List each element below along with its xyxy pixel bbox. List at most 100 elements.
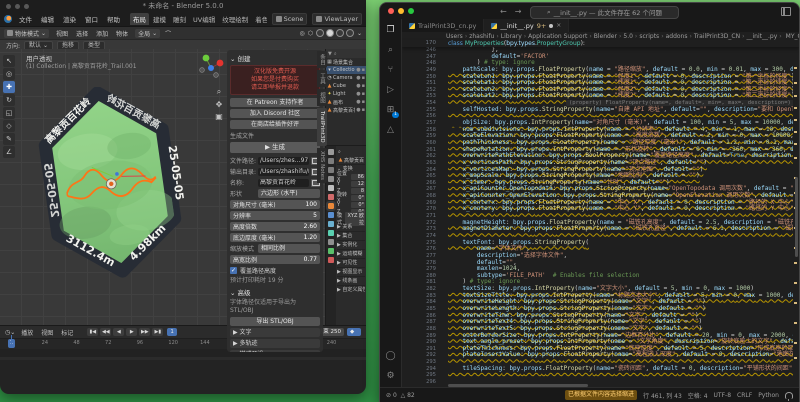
indent-warning-badge[interactable]: 已根据文件内容选择缩进	[565, 390, 637, 400]
sidebar-tab-条目[interactable]: 条目	[317, 51, 327, 68]
pan-hand-icon[interactable]: ✥	[214, 99, 224, 109]
camera-toggle-icon[interactable]: ▪	[362, 83, 365, 89]
tool-annotate-icon[interactable]: ✎	[3, 133, 15, 145]
breadcrumb-item[interactable]: MY_OT_OpenXHS	[786, 33, 799, 40]
generate-button[interactable]: ▶ 生成	[230, 142, 320, 153]
properties-tab-physics-icon[interactable]	[328, 230, 334, 236]
blender-logo-icon[interactable]	[4, 15, 12, 23]
shading-material-icon[interactable]	[336, 29, 344, 37]
properties-tab-render-icon[interactable]	[328, 158, 334, 164]
zoom-icon[interactable]	[408, 8, 414, 14]
support-button[interactable]: 在 Patreon 支持作者	[230, 98, 320, 107]
toggle-panel-layout-icon[interactable]	[781, 7, 791, 16]
scene-selector[interactable]: Scene	[272, 13, 308, 25]
camera-view-icon[interactable]: ▣	[214, 111, 224, 121]
tool-scale-icon[interactable]: ◱	[3, 107, 15, 119]
transport-◀◀[interactable]: ◀◀	[100, 328, 111, 336]
transport-▶▮[interactable]: ▶▮	[152, 328, 163, 336]
breadcrumb-item[interactable]: scripts	[639, 33, 659, 40]
properties-tab-particles-icon[interactable]	[328, 221, 334, 227]
outliner-item[interactable]: ▲画布●▪	[326, 98, 366, 106]
terrain-hexagon-model[interactable]: 高黎贡百花岭 高黎贡百花岭 25-05-05 25-05-05 3112.4m …	[30, 87, 190, 291]
eye-icon[interactable]: ●	[356, 83, 360, 89]
nav-back-icon[interactable]: ←	[500, 7, 507, 16]
eye-icon[interactable]: ●	[356, 99, 360, 105]
transport-▶▶[interactable]: ▶▶	[139, 328, 150, 336]
slider-分辨率[interactable]: 分辨率5	[230, 211, 320, 220]
properties-tab-object-data-icon[interactable]	[328, 248, 334, 254]
code-line[interactable]: 253 scaleLat2: bpy.props.FloatProperty(n…	[402, 93, 799, 100]
shading-wireframe-icon[interactable]	[316, 29, 324, 37]
breadcrumb-item[interactable]: Users	[446, 33, 463, 40]
properties-tab-modifiers-icon[interactable]	[328, 212, 334, 218]
sticky-scroll-line[interactable]: 170 class MyProperties(bpy.types.Propert…	[402, 40, 799, 47]
tool-move-icon[interactable]: ✚	[3, 81, 15, 93]
viewport-menu-添加[interactable]: 添加	[94, 29, 110, 38]
subpanel-文字[interactable]: ▶ 文字	[230, 328, 320, 337]
prop-section-集合[interactable]: ▶ 集合	[337, 231, 365, 240]
menubar-item-文件[interactable]: 文件	[17, 14, 34, 24]
search-icon[interactable]: ⌕	[334, 51, 337, 57]
properties-search[interactable]: ⌕	[337, 148, 365, 156]
camera-toggle-icon[interactable]: ▪	[362, 91, 365, 97]
camera-toggle-icon[interactable]: ▪	[362, 107, 365, 113]
code-line[interactable]: 294 tileSpacing: bpy.props.FloatProperty…	[402, 366, 799, 373]
workspace-tab-UV编辑[interactable]: UV编辑	[190, 13, 218, 25]
notifications-bell-icon[interactable]	[785, 392, 793, 399]
workspace-tab-雕刻[interactable]: 雕刻	[170, 13, 189, 25]
menubar-item-窗口[interactable]: 窗口	[83, 14, 100, 24]
tool-measure-icon[interactable]: ∠	[3, 146, 15, 158]
sidebar-tab-工具[interactable]: 工具	[317, 70, 327, 87]
breadcrumb-item[interactable]: TrailPrint3D_CN	[694, 33, 740, 40]
outliner-scene-collection[interactable]: ▦ 场景集合	[326, 58, 366, 66]
activity-explorer-icon[interactable]: ❐	[384, 23, 397, 36]
export-stl-obj-button[interactable]: 导出 STL/OBJ	[230, 317, 320, 326]
overwrite-elevation-checkbox[interactable]: ✓ 覆盖路径高度	[230, 266, 320, 275]
tab-init-py[interactable]: __init__.py 9+ ×	[484, 19, 569, 32]
close-icon[interactable]	[388, 8, 394, 14]
properties-tab-constraints-icon[interactable]	[328, 239, 334, 245]
eye-icon[interactable]: ●	[356, 91, 360, 97]
shading-rendered-icon[interactable]	[346, 29, 354, 37]
breadcrumb-item[interactable]: zhashifu	[469, 33, 494, 40]
eol-status[interactable]: CRLF	[737, 392, 752, 399]
panel-section-header[interactable]: ⌄ 创建	[230, 53, 320, 63]
field-value[interactable]: 高黎贡百花岭	[258, 179, 309, 187]
shading-solid-icon[interactable]	[326, 29, 334, 37]
transform-value[interactable]: 12	[351, 181, 365, 187]
code-editor[interactable]: 246 },247 default='FACTOR'248 ) # type: …	[402, 47, 799, 388]
breadcrumb-item[interactable]: Blender	[594, 33, 617, 40]
transform-value[interactable]: 0°	[351, 195, 365, 201]
tool-select-box-icon[interactable]: ↖	[3, 55, 15, 67]
code-line[interactable]: 292 plateInsertValue: bpy.props.FloatPro…	[402, 352, 799, 359]
properties-tab-output-icon[interactable]	[328, 167, 334, 173]
transport-▮◀[interactable]: ▮◀	[87, 328, 98, 336]
support-button[interactable]: 在商店给插件好评	[230, 120, 320, 129]
camera-toggle-icon[interactable]: ▪	[362, 75, 365, 81]
language-mode[interactable]: Python	[758, 392, 779, 399]
chevron-down-icon[interactable]: ⌄	[357, 30, 362, 37]
subpanel-多轨迹[interactable]: ▶ 多轨迹	[230, 339, 320, 348]
activity-extensions-icon[interactable]: ⊞1	[384, 103, 397, 116]
breadcrumb[interactable]: Users›zhashifu›Library›Application Suppo…	[402, 32, 799, 40]
properties-tab-world-icon[interactable]	[328, 194, 334, 200]
encoding-status[interactable]: UTF-8	[714, 392, 732, 399]
vertical-scrollbar[interactable]	[795, 177, 798, 257]
code-line[interactable]: 295	[402, 372, 799, 379]
code-line[interactable]: 270 x_centery: bpy.props.FloatProperty(n…	[402, 206, 799, 213]
activity-source-control-icon[interactable]: ⑂	[384, 63, 397, 76]
overlays-icon[interactable]: ⬡	[308, 30, 313, 37]
field-value[interactable]: /Users/zhes…97 (1).gpx	[258, 157, 309, 165]
workspace-tab-建模[interactable]: 建模	[150, 13, 169, 25]
transform-row[interactable]: 旋转 X0°	[337, 194, 365, 201]
prop-section-线条画[interactable]: ▶ 线条画	[337, 276, 365, 285]
activity-account-icon[interactable]: ◯	[384, 349, 397, 362]
slider-高度倍数[interactable]: 高度倍数2.60	[230, 222, 320, 231]
camera-toggle-icon[interactable]: ▪	[362, 99, 365, 105]
timeline-menu-标记[interactable]: 标记	[59, 328, 75, 337]
transform-value[interactable]: 8	[351, 188, 365, 194]
outliner-item[interactable]: ▲Cube●▪	[326, 82, 366, 90]
prop-section-可见性[interactable]: ▶ 可见性	[337, 258, 365, 267]
transport-▶[interactable]: ▶	[126, 328, 137, 336]
transform-row[interactable]: 模式XYZ 欧拉	[337, 215, 365, 222]
